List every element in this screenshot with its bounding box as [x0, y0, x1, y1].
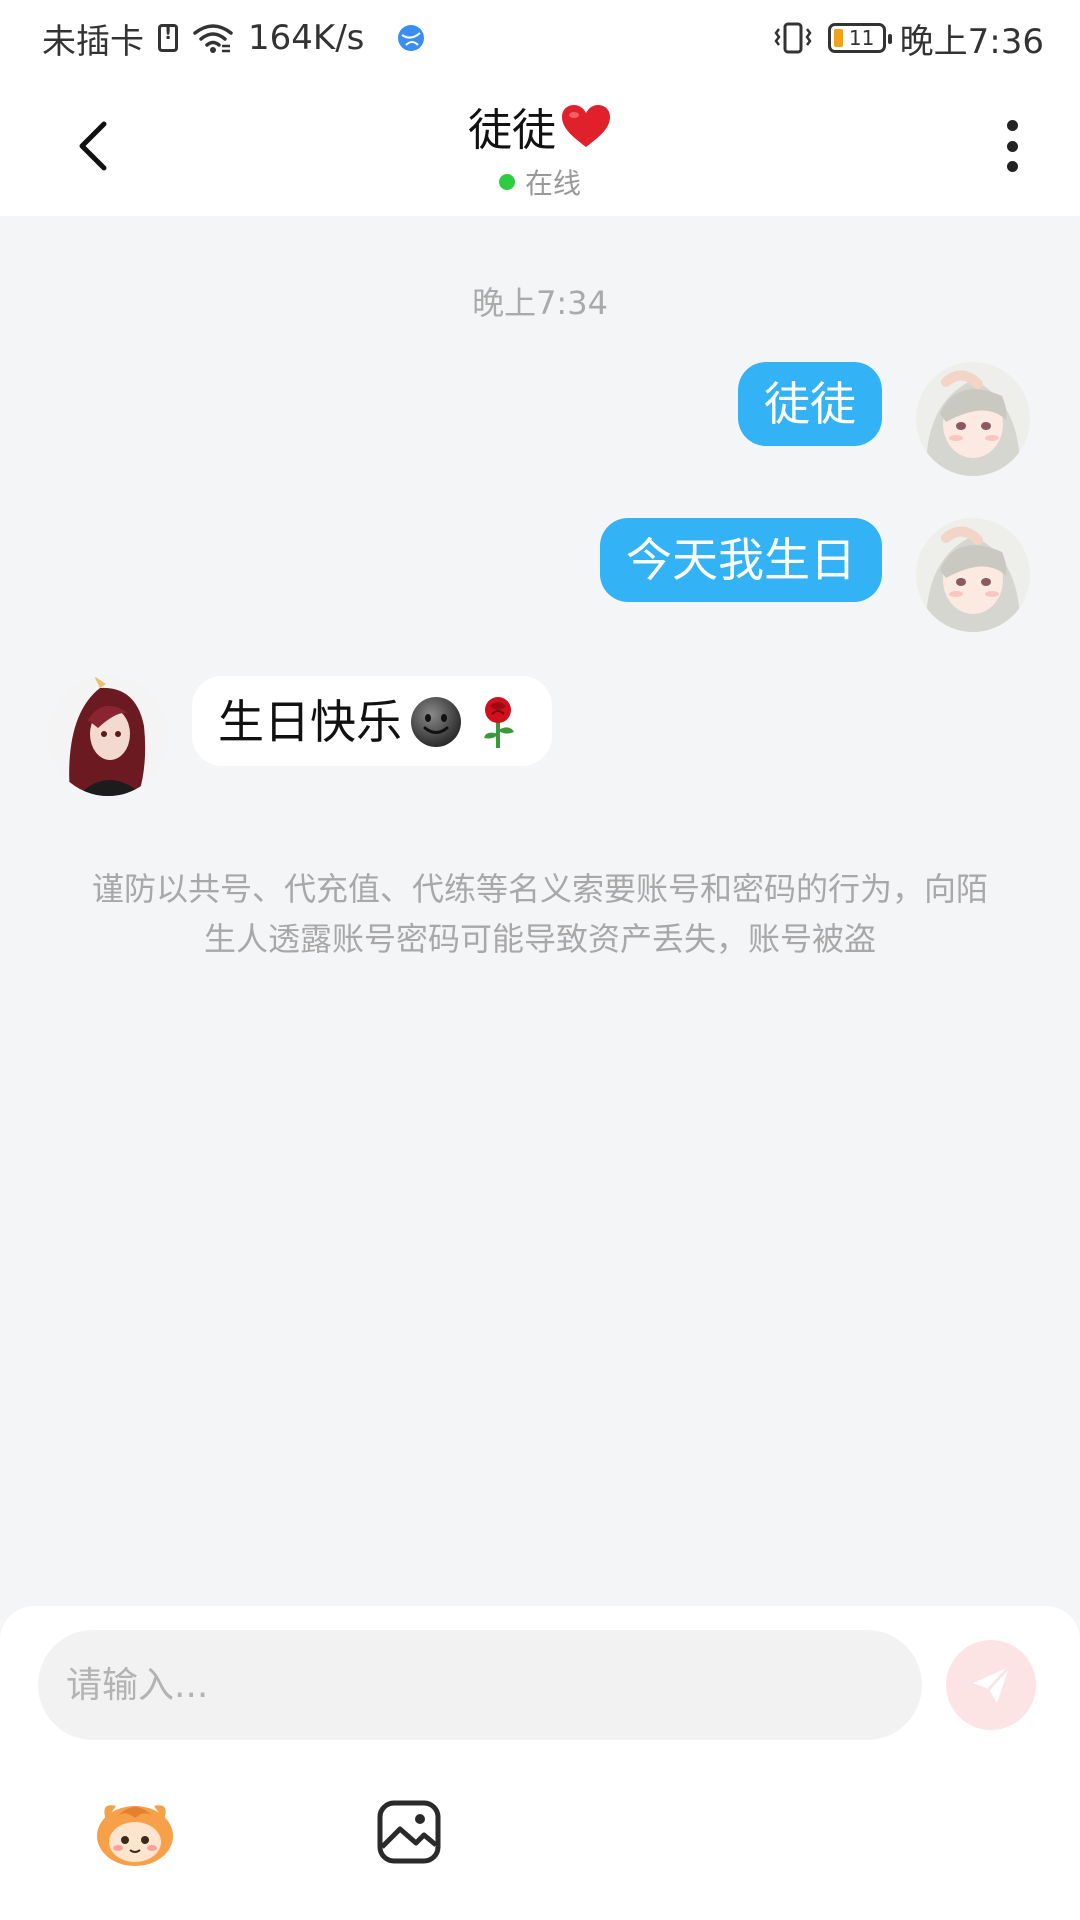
image-icon: [377, 1800, 441, 1864]
contact-avatar[interactable]: [48, 676, 168, 796]
title-block: 徒徒 在线: [0, 94, 1080, 202]
chat-header: 徒徒 在线: [0, 76, 1080, 216]
anime-girl-avatar-icon: [916, 518, 1030, 632]
globe-icon: [398, 25, 425, 51]
my-avatar[interactable]: [916, 518, 1030, 632]
more-dot: [1006, 140, 1018, 152]
online-status-text: 在线: [524, 167, 581, 200]
smiling-face-icon: [411, 697, 461, 747]
heart-icon: [562, 105, 610, 147]
message-row-received: 生日快乐: [48, 676, 552, 796]
status-left: 未插卡 164K/s: [42, 14, 426, 63]
input-panel: [0, 1606, 1080, 1920]
clock: 晚上7:36: [899, 21, 1044, 62]
vibrate-icon: [774, 22, 812, 54]
sim-alert-icon: [158, 23, 178, 52]
network-speed: 164K/s: [248, 18, 365, 58]
message-row-sent: 今天我生日: [600, 518, 1080, 632]
message-bubble-sent[interactable]: 徒徒: [738, 362, 882, 446]
security-notice: 谨防以共号、代充值、代练等名义索要账号和密码的行为，向陌生人透露账号密码可能导致…: [91, 870, 988, 958]
more-dot: [1006, 120, 1018, 131]
online-status: 在线: [0, 162, 1080, 202]
more-dot: [1006, 161, 1018, 172]
image-button[interactable]: [366, 1792, 452, 1872]
anime-character-avatar-icon: [48, 676, 168, 796]
send-button[interactable]: [946, 1640, 1036, 1730]
mascot-sticker-icon: [97, 1805, 173, 1866]
contact-name: 徒徒: [468, 105, 556, 156]
rose-icon: [484, 697, 514, 748]
my-avatar[interactable]: [916, 362, 1030, 476]
message-timestamp: 晚上7:34: [472, 284, 608, 322]
message-bubble-sent[interactable]: 今天我生日: [600, 518, 882, 602]
status-right: 11 晚上7:36: [772, 14, 1044, 63]
battery-icon: 11: [827, 23, 892, 53]
message-input[interactable]: [38, 1630, 922, 1740]
chat-area[interactable]: 晚上7:34 徒徒 今天我生日 生日快乐 谨防以共号、代充值、代练等名义索要账号…: [0, 216, 1080, 1606]
battery-level: 11: [848, 26, 875, 50]
more-options-button[interactable]: [992, 114, 1032, 178]
message-row-sent: 徒徒: [738, 362, 1080, 476]
message-text: 生日快乐: [218, 695, 402, 749]
send-icon: [973, 1665, 1011, 1703]
title-row: 徒徒: [468, 94, 612, 158]
status-bar: 未插卡 164K/s 11 晚上7:36: [0, 0, 1080, 76]
carrier-text: 未插卡: [42, 21, 144, 62]
anime-girl-avatar-icon: [916, 362, 1030, 476]
message-bubble-received[interactable]: 生日快乐: [192, 676, 552, 766]
sticker-button[interactable]: [92, 1792, 178, 1872]
online-dot: [498, 174, 515, 190]
wifi-icon: [193, 24, 233, 53]
